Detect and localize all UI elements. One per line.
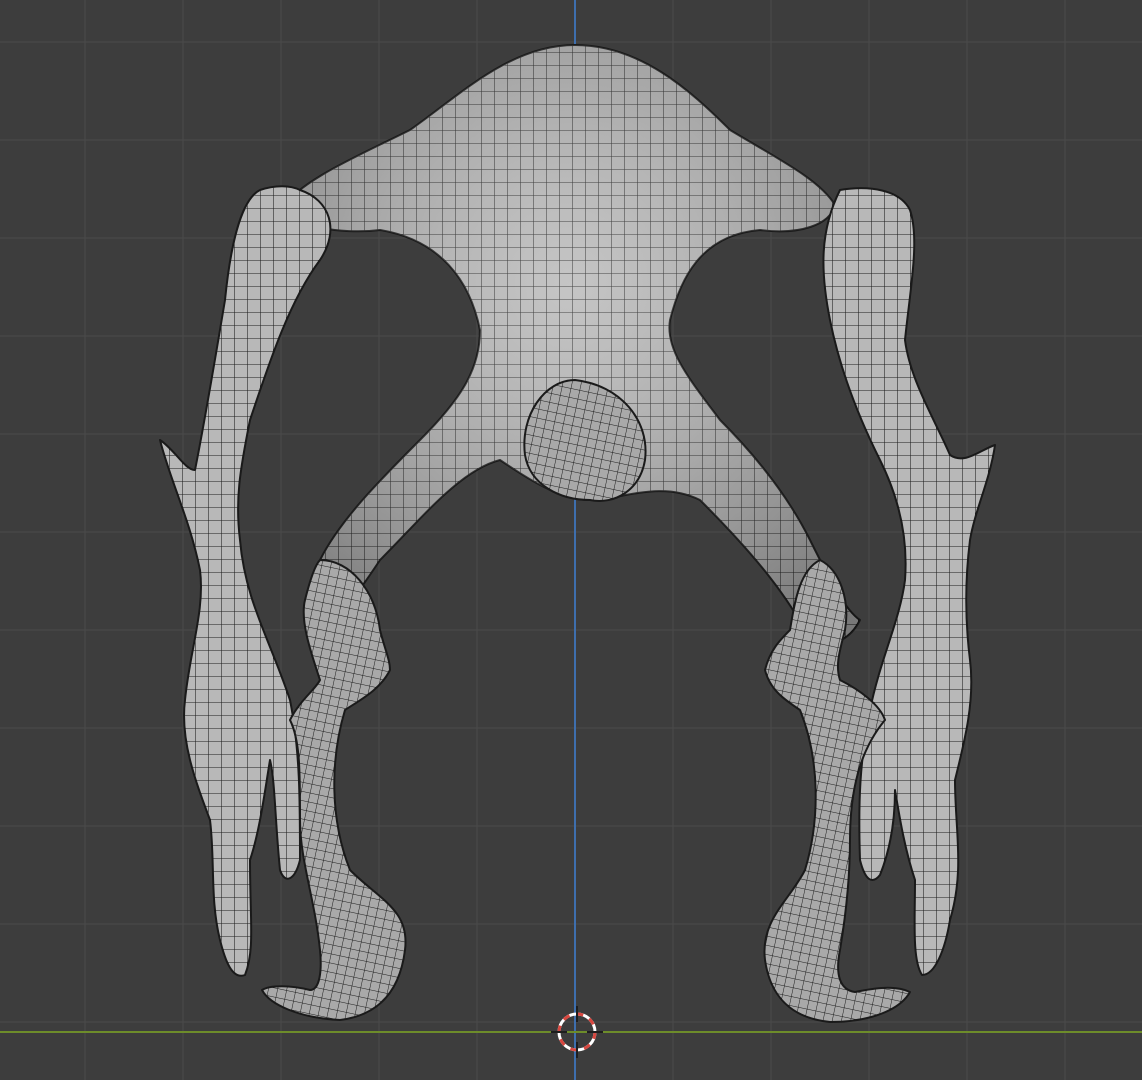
3d-viewport[interactable]	[0, 0, 1142, 1080]
creature-mesh[interactable]	[159, 44, 996, 1023]
viewport-canvas[interactable]	[0, 0, 1142, 1080]
